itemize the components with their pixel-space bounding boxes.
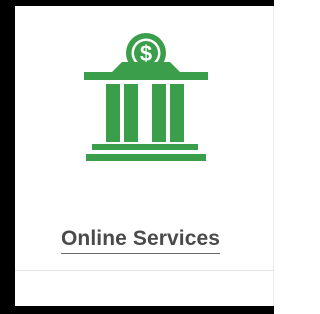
card-divider	[15, 270, 274, 271]
frame-border-bottom	[0, 306, 274, 314]
bank-dollar-icon: $	[80, 26, 210, 166]
frame-border-left	[0, 0, 15, 314]
screenshot-frame: $ Online Services	[0, 0, 274, 314]
online-services-link[interactable]: Online Services	[61, 227, 221, 254]
